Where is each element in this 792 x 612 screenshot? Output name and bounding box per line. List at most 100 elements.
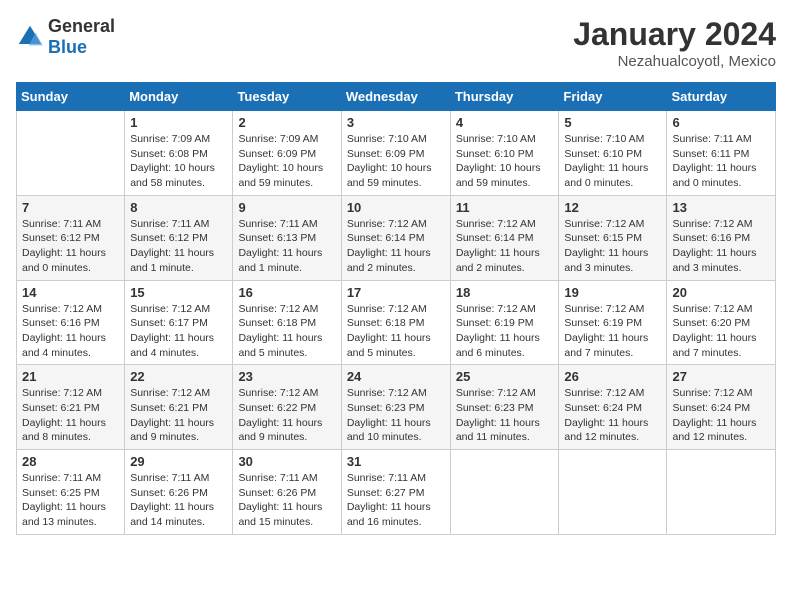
- calendar-cell: 17Sunrise: 7:12 AM Sunset: 6:18 PM Dayli…: [341, 280, 450, 365]
- day-number: 24: [347, 369, 445, 384]
- calendar-cell: 5 Sunrise: 7:10 AM Sunset: 6:10 PM Daylig…: [559, 111, 667, 196]
- header-wednesday: Wednesday: [341, 83, 450, 111]
- cell-sun-info: Sunrise: 7:11 AM Sunset: 6:12 PM Dayligh…: [22, 217, 119, 276]
- page-header: General Blue January 2024 Nezahualcoyotl…: [16, 16, 776, 70]
- cell-sun-info: Sunrise: 7:12 AM Sunset: 6:23 PM Dayligh…: [347, 386, 445, 445]
- calendar-cell: [17, 111, 125, 196]
- calendar-cell: 3 Sunrise: 7:10 AM Sunset: 6:09 PM Daylig…: [341, 111, 450, 196]
- cell-sun-info: Sunrise: 7:11 AM Sunset: 6:12 PM Dayligh…: [130, 217, 227, 276]
- calendar-cell: 1 Sunrise: 7:09 AM Sunset: 6:08 PM Daylig…: [125, 111, 233, 196]
- location-subtitle: Nezahualcoyotl, Mexico: [573, 53, 776, 70]
- calendar-cell: 21 Sunrise: 7:12 AM Sunset: 6:21 PM Dayli…: [17, 365, 125, 450]
- cell-sun-info: Sunrise: 7:12 AM Sunset: 6:16 PM Dayligh…: [672, 217, 770, 276]
- day-number: 28: [22, 454, 119, 469]
- calendar-cell: 23Sunrise: 7:12 AM Sunset: 6:22 PM Dayli…: [233, 365, 341, 450]
- day-number: 10: [347, 200, 445, 215]
- day-number: 12: [564, 200, 661, 215]
- day-number: 16: [238, 285, 335, 300]
- day-number: 1: [130, 115, 227, 130]
- header-tuesday: Tuesday: [233, 83, 341, 111]
- header-friday: Friday: [559, 83, 667, 111]
- week-row-2: 7 Sunrise: 7:11 AM Sunset: 6:12 PM Daylig…: [17, 195, 776, 280]
- day-number: 29: [130, 454, 227, 469]
- calendar-cell: 29 Sunrise: 7:11 AM Sunset: 6:26 PM Dayli…: [125, 450, 233, 535]
- week-row-3: 14Sunrise: 7:12 AM Sunset: 6:16 PM Dayli…: [17, 280, 776, 365]
- cell-sun-info: Sunrise: 7:12 AM Sunset: 6:22 PM Dayligh…: [238, 386, 335, 445]
- calendar-cell: 24 Sunrise: 7:12 AM Sunset: 6:23 PM Dayli…: [341, 365, 450, 450]
- cell-sun-info: Sunrise: 7:11 AM Sunset: 6:13 PM Dayligh…: [238, 217, 335, 276]
- cell-sun-info: Sunrise: 7:12 AM Sunset: 6:23 PM Dayligh…: [456, 386, 554, 445]
- day-number: 21: [22, 369, 119, 384]
- month-year-title: January 2024: [573, 16, 776, 53]
- calendar-cell: 27 Sunrise: 7:12 AM Sunset: 6:24 PM Dayli…: [667, 365, 776, 450]
- header-saturday: Saturday: [667, 83, 776, 111]
- cell-sun-info: Sunrise: 7:11 AM Sunset: 6:26 PM Dayligh…: [238, 471, 335, 530]
- header-thursday: Thursday: [450, 83, 559, 111]
- logo-text: General Blue: [48, 16, 115, 58]
- cell-sun-info: Sunrise: 7:12 AM Sunset: 6:24 PM Dayligh…: [564, 386, 661, 445]
- day-number: 31: [347, 454, 445, 469]
- week-row-5: 28Sunrise: 7:11 AM Sunset: 6:25 PM Dayli…: [17, 450, 776, 535]
- day-number: 5: [564, 115, 661, 130]
- day-number: 8: [130, 200, 227, 215]
- cell-sun-info: Sunrise: 7:10 AM Sunset: 6:09 PM Dayligh…: [347, 132, 445, 191]
- calendar-cell: 6 Sunrise: 7:11 AM Sunset: 6:11 PM Daylig…: [667, 111, 776, 196]
- cell-sun-info: Sunrise: 7:12 AM Sunset: 6:14 PM Dayligh…: [456, 217, 554, 276]
- calendar-cell: 15Sunrise: 7:12 AM Sunset: 6:17 PM Dayli…: [125, 280, 233, 365]
- calendar-cell: [450, 450, 559, 535]
- cell-sun-info: Sunrise: 7:12 AM Sunset: 6:21 PM Dayligh…: [22, 386, 119, 445]
- calendar-cell: 20 Sunrise: 7:12 AM Sunset: 6:20 PM Dayli…: [667, 280, 776, 365]
- day-number: 25: [456, 369, 554, 384]
- cell-sun-info: Sunrise: 7:12 AM Sunset: 6:19 PM Dayligh…: [456, 302, 554, 361]
- cell-sun-info: Sunrise: 7:12 AM Sunset: 6:14 PM Dayligh…: [347, 217, 445, 276]
- calendar-cell: 9 Sunrise: 7:11 AM Sunset: 6:13 PM Daylig…: [233, 195, 341, 280]
- day-number: 2: [238, 115, 335, 130]
- day-number: 4: [456, 115, 554, 130]
- day-number: 20: [672, 285, 770, 300]
- day-number: 3: [347, 115, 445, 130]
- calendar-cell: 11Sunrise: 7:12 AM Sunset: 6:14 PM Dayli…: [450, 195, 559, 280]
- logo-blue: Blue: [48, 37, 87, 57]
- cell-sun-info: Sunrise: 7:12 AM Sunset: 6:15 PM Dayligh…: [564, 217, 661, 276]
- week-row-1: 1 Sunrise: 7:09 AM Sunset: 6:08 PM Daylig…: [17, 111, 776, 196]
- cell-sun-info: Sunrise: 7:12 AM Sunset: 6:17 PM Dayligh…: [130, 302, 227, 361]
- day-number: 19: [564, 285, 661, 300]
- calendar-cell: 8 Sunrise: 7:11 AM Sunset: 6:12 PM Daylig…: [125, 195, 233, 280]
- cell-sun-info: Sunrise: 7:12 AM Sunset: 6:24 PM Dayligh…: [672, 386, 770, 445]
- logo-general: General: [48, 16, 115, 36]
- cell-sun-info: Sunrise: 7:12 AM Sunset: 6:21 PM Dayligh…: [130, 386, 227, 445]
- header-sunday: Sunday: [17, 83, 125, 111]
- cell-sun-info: Sunrise: 7:12 AM Sunset: 6:16 PM Dayligh…: [22, 302, 119, 361]
- calendar-cell: 26 Sunrise: 7:12 AM Sunset: 6:24 PM Dayli…: [559, 365, 667, 450]
- day-number: 26: [564, 369, 661, 384]
- title-block: January 2024 Nezahualcoyotl, Mexico: [573, 16, 776, 70]
- calendar-cell: 2Sunrise: 7:09 AM Sunset: 6:09 PM Daylig…: [233, 111, 341, 196]
- day-number: 7: [22, 200, 119, 215]
- header-monday: Monday: [125, 83, 233, 111]
- cell-sun-info: Sunrise: 7:11 AM Sunset: 6:26 PM Dayligh…: [130, 471, 227, 530]
- day-number: 9: [238, 200, 335, 215]
- cell-sun-info: Sunrise: 7:10 AM Sunset: 6:10 PM Dayligh…: [564, 132, 661, 191]
- cell-sun-info: Sunrise: 7:10 AM Sunset: 6:10 PM Dayligh…: [456, 132, 554, 191]
- day-number: 6: [672, 115, 770, 130]
- calendar-cell: 31Sunrise: 7:11 AM Sunset: 6:27 PM Dayli…: [341, 450, 450, 535]
- cell-sun-info: Sunrise: 7:12 AM Sunset: 6:19 PM Dayligh…: [564, 302, 661, 361]
- cell-sun-info: Sunrise: 7:11 AM Sunset: 6:11 PM Dayligh…: [672, 132, 770, 191]
- cell-sun-info: Sunrise: 7:12 AM Sunset: 6:20 PM Dayligh…: [672, 302, 770, 361]
- cell-sun-info: Sunrise: 7:12 AM Sunset: 6:18 PM Dayligh…: [238, 302, 335, 361]
- day-number: 27: [672, 369, 770, 384]
- calendar-cell: 19 Sunrise: 7:12 AM Sunset: 6:19 PM Dayli…: [559, 280, 667, 365]
- week-row-4: 21 Sunrise: 7:12 AM Sunset: 6:21 PM Dayli…: [17, 365, 776, 450]
- calendar-cell: 7 Sunrise: 7:11 AM Sunset: 6:12 PM Daylig…: [17, 195, 125, 280]
- logo-icon: [16, 23, 44, 51]
- calendar-cell: 12 Sunrise: 7:12 AM Sunset: 6:15 PM Dayli…: [559, 195, 667, 280]
- day-number: 18: [456, 285, 554, 300]
- day-number: 13: [672, 200, 770, 215]
- logo: General Blue: [16, 16, 115, 58]
- day-number: 22: [130, 369, 227, 384]
- calendar-cell: 30 Sunrise: 7:11 AM Sunset: 6:26 PM Dayli…: [233, 450, 341, 535]
- calendar-table: Sunday Monday Tuesday Wednesday Thursday…: [16, 82, 776, 535]
- cell-sun-info: Sunrise: 7:09 AM Sunset: 6:08 PM Dayligh…: [130, 132, 227, 191]
- calendar-cell: [559, 450, 667, 535]
- day-number: 30: [238, 454, 335, 469]
